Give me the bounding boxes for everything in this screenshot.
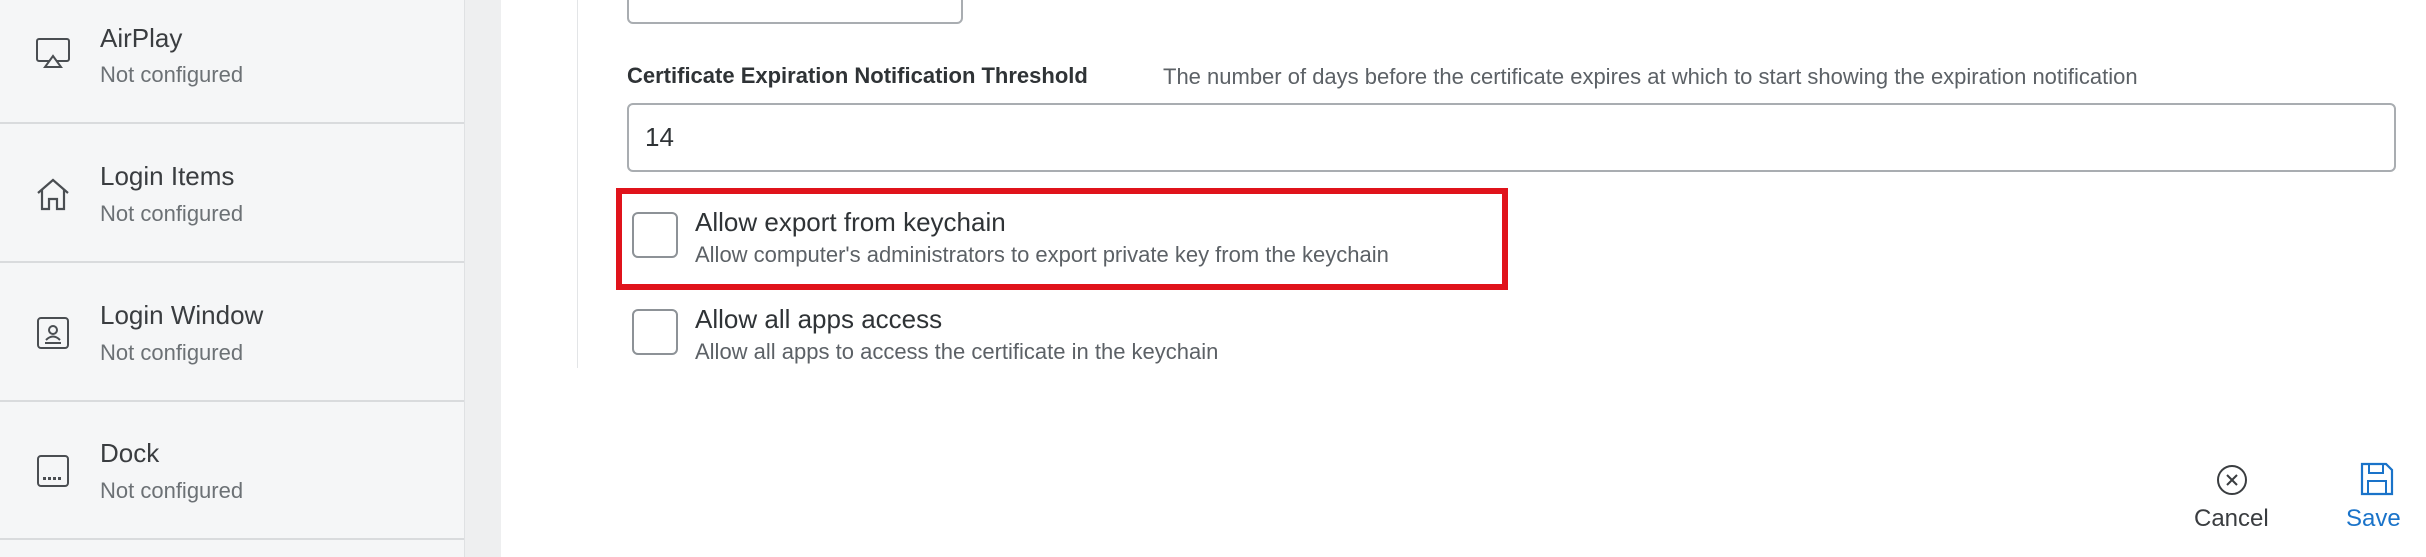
close-circle-icon bbox=[2217, 465, 2247, 495]
sidebar-item-status: Not configured bbox=[100, 201, 244, 226]
sidebar-item-title: AirPlay bbox=[100, 23, 183, 53]
sidebar-item-airplay[interactable]: AirPlay Not configured bbox=[0, 0, 464, 124]
save-label: Save bbox=[2346, 505, 2401, 532]
sidebar-item-login-window[interactable]: Login Window Not configured bbox=[0, 263, 464, 402]
sidebar-item-status: Not configured bbox=[100, 62, 244, 87]
sidebar-item-status: Not configured bbox=[100, 478, 244, 503]
allow-all-apps-label: Allow all apps access bbox=[695, 304, 943, 334]
allow-export-description: Allow computer's administrators to expor… bbox=[695, 242, 1389, 267]
cancel-button[interactable]: Cancel bbox=[2190, 460, 2280, 535]
cancel-label: Cancel bbox=[2194, 505, 2269, 532]
sidebar-item-title: Login Window bbox=[100, 300, 264, 330]
floppy-disk-icon bbox=[2360, 462, 2394, 496]
sidebar-item-title: Dock bbox=[100, 438, 160, 468]
sidebar-item-status: Not configured bbox=[100, 340, 244, 365]
sidebar-item-dock[interactable]: Dock Not configured bbox=[0, 402, 464, 540]
threshold-description: The number of days before the certificat… bbox=[1163, 64, 2138, 89]
allow-all-apps-description: Allow all apps to access the certificate… bbox=[695, 339, 1219, 364]
dock-icon bbox=[37, 455, 69, 487]
sidebar-item-title: Login Items bbox=[100, 161, 235, 191]
allow-export-checkbox[interactable] bbox=[632, 212, 678, 258]
previous-field-input[interactable] bbox=[627, 0, 963, 24]
sidebar-item-login-items[interactable]: Login Items Not configured bbox=[0, 124, 464, 263]
section-divider bbox=[577, 0, 578, 368]
highlight-box bbox=[616, 188, 1508, 290]
login-window-icon bbox=[37, 317, 69, 349]
allow-all-apps-checkbox[interactable] bbox=[632, 309, 678, 355]
threshold-label: Certificate Expiration Notification Thre… bbox=[627, 63, 1088, 88]
threshold-input[interactable] bbox=[627, 103, 2396, 172]
sidebar: AirPlay Not configured Login Items Not c… bbox=[0, 0, 465, 557]
allow-export-label: Allow export from keychain bbox=[695, 207, 1006, 237]
home-icon bbox=[37, 178, 69, 211]
sidebar-gutter bbox=[465, 0, 501, 557]
airplay-icon bbox=[36, 38, 70, 68]
save-button[interactable]: Save bbox=[2340, 460, 2410, 535]
